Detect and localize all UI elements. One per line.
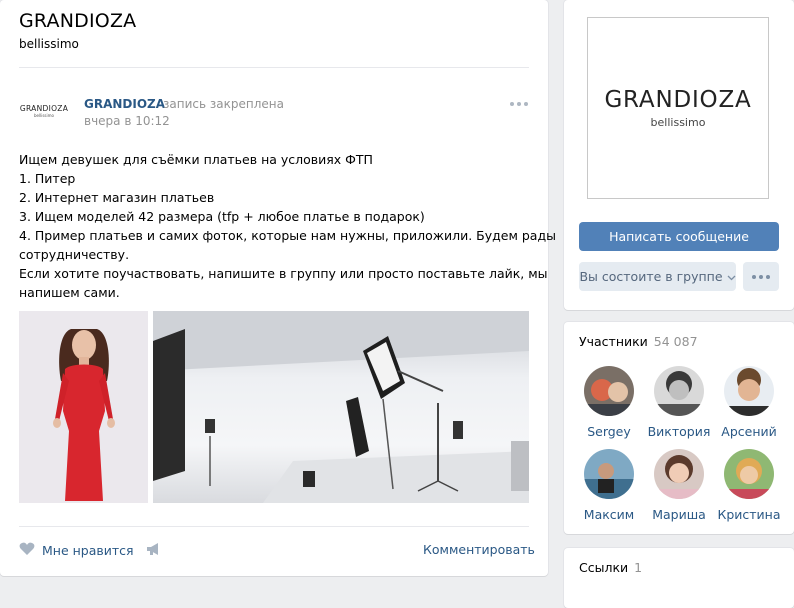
post-avatar-logo-subtext: bellissimo [34, 112, 54, 118]
comment-link[interactable]: Комментировать [423, 542, 535, 557]
links-card: Ссылки 1 [564, 548, 794, 608]
group-avatar-logo-subtext: bellissimo [650, 116, 706, 129]
post-text: Ищем девушек для съёмки платьев на услов… [19, 150, 556, 302]
share-button[interactable] [146, 542, 162, 559]
post-photo-model[interactable] [19, 311, 148, 503]
post-avatar[interactable]: GRANDIOZA bellissimo [19, 98, 69, 124]
avatar [654, 449, 704, 499]
more-dots-icon [752, 274, 756, 279]
post-pinned-label: запись закреплена [163, 97, 284, 111]
membership-label: Вы состоите в группе [579, 269, 723, 284]
post-text-line: напишем сами. [19, 285, 120, 300]
avatar [724, 366, 774, 416]
chevron-down-icon [727, 269, 736, 284]
post-text-line: 2. Интернет магазин платьев [19, 190, 215, 205]
group-status: bellissimo [19, 37, 79, 51]
member-name: Виктория [647, 424, 711, 439]
members-header[interactable]: Участники 54 087 [579, 334, 698, 349]
megaphone-icon [146, 542, 162, 559]
post-text-line: 4. Пример платьев и самих фоток, которые… [19, 228, 556, 243]
post-text-line: сотрудничеству. [19, 247, 130, 262]
divider [19, 526, 529, 527]
members-title: Участники [579, 334, 648, 349]
links-count: 1 [634, 560, 643, 575]
member-name: Максим [583, 507, 635, 522]
post-text-line: 1. Питер [19, 171, 76, 186]
divider [19, 67, 529, 68]
member-name: Sergey [587, 424, 631, 439]
links-header[interactable]: Ссылки 1 [579, 560, 642, 575]
member-item[interactable]: Мариша [643, 449, 715, 522]
post-text-line: Ищем девушек для съёмки платьев на услов… [19, 152, 373, 167]
like-label: Мне нравится [42, 543, 134, 558]
post-column: GRANDIOZA bellissimo GRANDIOZA bellissim… [0, 0, 556, 576]
member-name: Кристина [717, 507, 781, 522]
member-name: Арсений [721, 424, 777, 439]
member-item[interactable]: Виктория [643, 366, 715, 439]
member-name: Мариша [652, 507, 706, 522]
membership-dropdown[interactable]: Вы состоите в группе [579, 262, 736, 291]
avatar [654, 366, 704, 416]
post-timestamp[interactable]: вчера в 10:12 [84, 114, 170, 128]
members-count: 54 087 [653, 334, 698, 349]
heart-icon [19, 542, 35, 559]
group-avatar-logo-text: GRANDIOZA [604, 87, 752, 113]
member-item[interactable]: Кристина [713, 449, 785, 522]
group-cover-card: GRANDIOZA bellissimo Написать сообщение … [564, 0, 794, 310]
group-avatar[interactable]: GRANDIOZA bellissimo [587, 17, 769, 199]
links-title: Ссылки [579, 560, 629, 575]
post-photo-studio[interactable] [153, 311, 529, 503]
send-message-button[interactable]: Написать сообщение [579, 222, 779, 251]
group-title: GRANDIOZA [19, 10, 137, 32]
post-text-line: 3. Ищем моделей 42 размера (tfp + любое … [19, 209, 425, 224]
member-item[interactable]: Арсений [713, 366, 785, 439]
avatar [724, 449, 774, 499]
post-text-line: Если хотите поучаствовать, напишите в гр… [19, 266, 548, 281]
post-avatar-logo-text: GRANDIOZA [19, 103, 69, 113]
more-dots-icon[interactable] [510, 99, 530, 109]
avatar [584, 366, 634, 416]
member-item[interactable]: Sergey [573, 366, 645, 439]
member-item[interactable]: Максим [573, 449, 645, 522]
post-author-link[interactable]: GRANDIOZA [84, 97, 165, 111]
avatar [584, 449, 634, 499]
members-card: Участники 54 087 Sergey Виктория Арсений … [564, 322, 794, 534]
more-actions-button[interactable] [743, 262, 779, 291]
like-button[interactable]: Мне нравится [19, 542, 134, 559]
